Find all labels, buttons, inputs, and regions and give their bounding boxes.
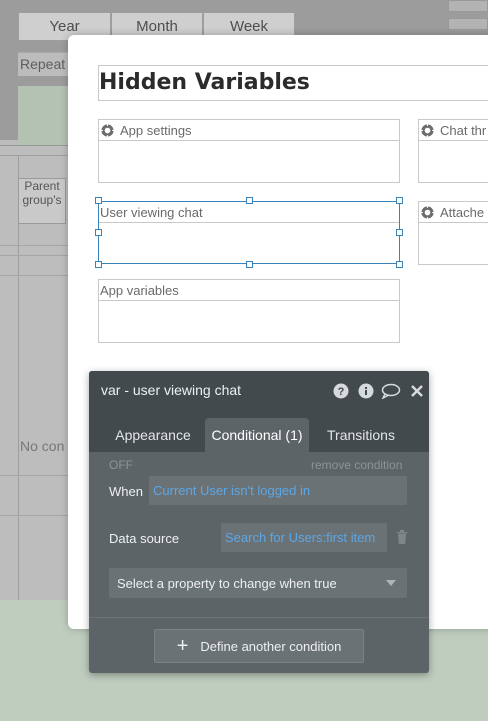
data-source-text: Search for Users:first item [225, 530, 376, 545]
group-header: App variables [99, 280, 399, 301]
group-app-variables[interactable]: App variables [98, 279, 400, 343]
resize-handle[interactable] [246, 261, 253, 268]
help-icon[interactable]: ? [333, 383, 349, 399]
group-chat-thread[interactable]: Chat thr [418, 119, 488, 183]
property-select[interactable]: Select a property to change when true [109, 568, 407, 598]
editor-title: var - user viewing chat [101, 382, 242, 398]
canvas-element [448, 18, 488, 30]
info-icon[interactable] [358, 383, 374, 399]
canvas-divider [0, 515, 70, 516]
svg-text:?: ? [338, 386, 345, 398]
define-button-label: Define another condition [200, 638, 342, 654]
plus-icon: + [176, 635, 189, 657]
trash-icon[interactable] [396, 530, 408, 544]
gear-icon [420, 123, 435, 137]
condition-off-toggle[interactable]: OFF [109, 458, 133, 472]
canvas-divider [0, 255, 70, 256]
no-content-text: No con [20, 438, 65, 454]
resize-handle[interactable] [396, 197, 403, 204]
canvas-divider [0, 155, 70, 156]
resize-handle[interactable] [246, 197, 253, 204]
divider [89, 617, 429, 618]
close-icon[interactable] [409, 383, 425, 399]
resize-handle[interactable] [396, 229, 403, 236]
group-label: App settings [120, 122, 192, 138]
group-header: App settings [99, 120, 399, 141]
tab-transitions[interactable]: Transitions [315, 418, 407, 452]
canvas-divider [0, 475, 70, 476]
group-app-settings[interactable]: App settings [98, 119, 400, 183]
gear-icon [420, 205, 435, 219]
define-another-condition-button[interactable]: + Define another condition [154, 629, 364, 663]
canvas-divider [0, 275, 70, 276]
comment-icon[interactable] [381, 383, 401, 399]
group-label: Attache [440, 204, 485, 220]
property-select-text: Select a property to change when true [117, 575, 337, 591]
chevron-down-icon[interactable] [386, 580, 396, 586]
when-expression-field[interactable]: Current User isn't logged in [149, 476, 407, 505]
group-label: User viewing chat [100, 204, 203, 220]
group-header: User viewing chat [99, 202, 399, 223]
remove-condition-link[interactable]: remove condition [311, 458, 402, 472]
resize-handle[interactable] [396, 261, 403, 268]
group-header: Chat thr [419, 120, 488, 141]
parent-group-element[interactable]: Parent group's [18, 178, 66, 224]
canvas-element [448, 0, 488, 12]
resize-handle[interactable] [95, 261, 102, 268]
when-label: When [109, 484, 143, 499]
tab-conditional[interactable]: Conditional (1) [205, 418, 309, 452]
tab-appearance-label[interactable]: Appearance [107, 418, 199, 452]
group-label: Chat thr [440, 122, 487, 138]
when-expression-text: Current User isn't logged in [153, 483, 311, 498]
canvas-divider [0, 245, 70, 246]
data-source-label: Data source [109, 531, 180, 546]
group-attached[interactable]: Attache [418, 201, 488, 265]
data-source-field[interactable]: Search for Users:first item [221, 523, 387, 552]
group-label: App variables [100, 282, 179, 298]
property-editor: var - user viewing chat ? Appearance App… [89, 371, 429, 673]
resize-handle[interactable] [95, 229, 102, 236]
gear-icon [100, 123, 115, 137]
resize-handle[interactable] [95, 197, 102, 204]
group-header: Attache [419, 202, 488, 223]
group-user-viewing-chat[interactable]: User viewing chat [98, 201, 400, 264]
popup-title[interactable]: Hidden Variables [98, 65, 488, 101]
